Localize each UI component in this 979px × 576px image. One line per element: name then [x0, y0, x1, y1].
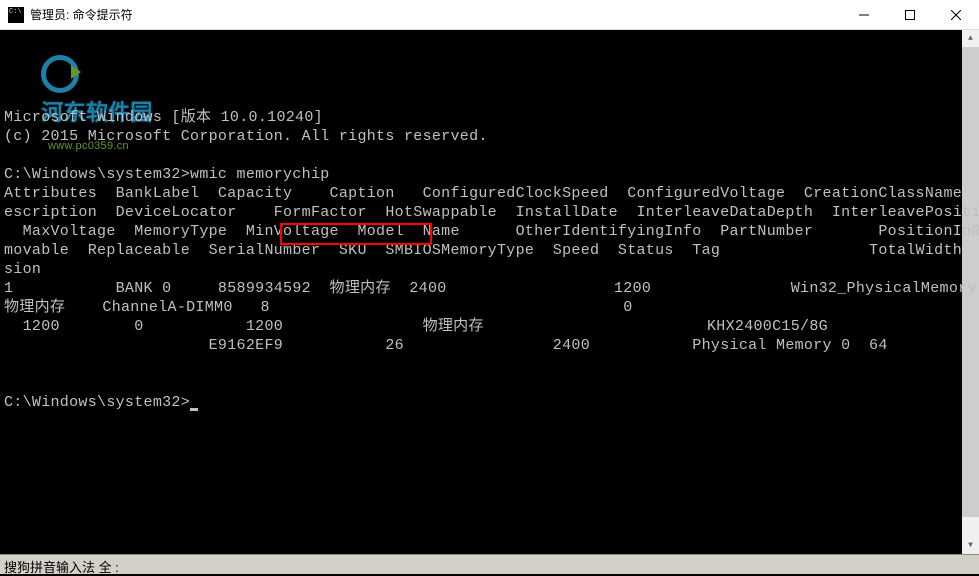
watermark-logo-icon — [41, 51, 81, 91]
scrollbar-down-button[interactable]: ▼ — [962, 537, 979, 554]
window-title: 管理员: 命令提示符 — [30, 6, 133, 23]
maximize-button[interactable] — [887, 0, 933, 29]
terminal-content: Microsoft Windows [版本 10.0.10240] (c) 20… — [4, 108, 975, 412]
terminal-data-1: 1 BANK 0 8589934592 物理内存 2400 1200 Win32… — [4, 280, 979, 297]
terminal-header1: Microsoft Windows [版本 10.0.10240] — [4, 109, 323, 126]
terminal-prompt1: C:\Windows\system32> — [4, 166, 190, 183]
terminal-data-2: 物理内存 ChannelA-DIMM0 8 0 Kingston — [4, 299, 979, 316]
terminal-command1: wmic memorychip — [190, 166, 330, 183]
terminal-data-3: 1200 0 1200 物理内存 KHX2400C15/8G — [4, 318, 979, 335]
close-button[interactable] — [933, 0, 979, 29]
terminal-columns-2: escription DeviceLocator FormFactor HotS… — [4, 204, 979, 221]
window-titlebar: 管理员: 命令提示符 — [0, 0, 979, 30]
cursor — [190, 408, 198, 411]
terminal-data-4: E9162EF9 26 2400 Physical Memory 0 64 12… — [4, 337, 979, 354]
minimize-button[interactable] — [841, 0, 887, 29]
terminal-columns-3: MaxVoltage MemoryType MinVoltage Model N… — [4, 223, 979, 240]
scrollbar-up-button[interactable]: ▲ — [962, 30, 979, 47]
terminal-area[interactable]: 河东软件园 www.pc0359.cn Microsoft Windows [版… — [0, 30, 979, 554]
ime-text: 搜狗拼音输入法 全 : — [4, 560, 119, 575]
cmd-icon — [8, 7, 24, 23]
terminal-prompt2: C:\Windows\system32> — [4, 394, 190, 411]
terminal-columns-5: sion — [4, 261, 41, 278]
window-controls — [841, 0, 979, 29]
terminal-columns-1: Attributes BankLabel Capacity Caption Co… — [4, 185, 979, 202]
ime-status-bar: 搜狗拼音输入法 全 : — [0, 554, 979, 574]
terminal-columns-4: movable Replaceable SerialNumber SKU SMB… — [4, 242, 979, 259]
terminal-header2: (c) 2015 Microsoft Corporation. All righ… — [4, 128, 488, 145]
